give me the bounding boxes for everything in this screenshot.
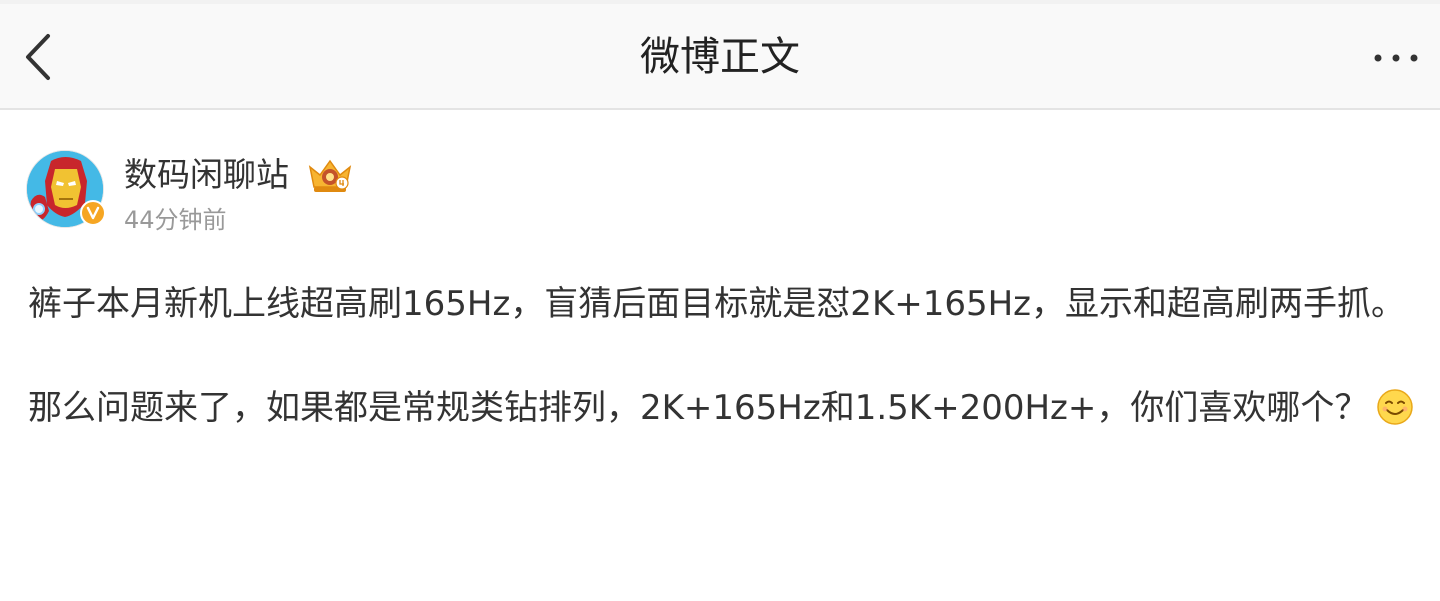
more-horizontal-icon <box>1374 54 1418 62</box>
post-paragraph: 那么问题来了，如果都是常规类钻排列，2K+165Hz和1.5K+200Hz+，你… <box>28 382 1418 434</box>
navigation-bar: 微博正文 <box>0 4 1440 110</box>
post-paragraph: 裤子本月新机上线超高刷165Hz，盲猜后面目标就是怼2K+165Hz，显示和超高… <box>28 284 1406 324</box>
crown-level-badge-icon[interactable] <box>306 155 354 195</box>
post-body: 裤子本月新机上线超高刷165Hz，盲猜后面目标就是怼2K+165Hz，显示和超高… <box>28 278 1418 434</box>
smile-emoji-icon <box>1377 389 1414 425</box>
author-name[interactable]: 数码闲聊站 <box>124 154 289 196</box>
post-paragraph-text: 那么问题来了，如果都是常规类钻排列，2K+165Hz和1.5K+200Hz+，你… <box>28 388 1369 428</box>
more-options-button[interactable] <box>1372 40 1420 76</box>
verified-v-icon <box>80 200 106 226</box>
page-title: 微博正文 <box>640 34 800 80</box>
post-timestamp: 44分钟前 <box>124 206 227 234</box>
